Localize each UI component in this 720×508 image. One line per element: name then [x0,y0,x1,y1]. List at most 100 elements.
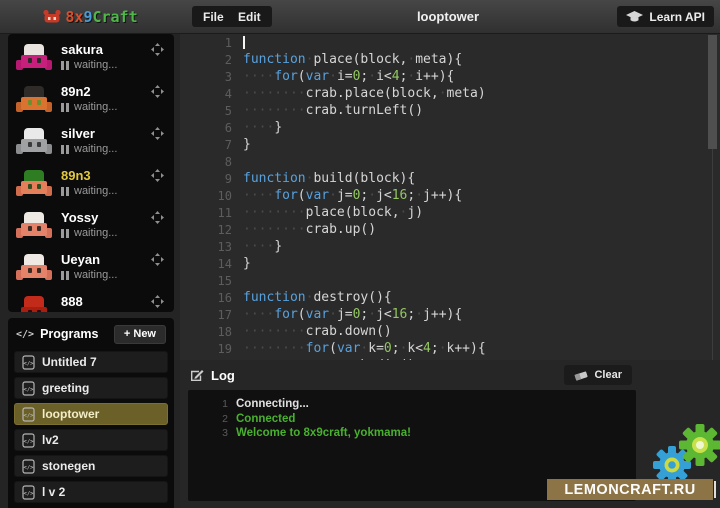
log-line-number: 3 [188,426,228,441]
menu-button-edit[interactable]: Edit [227,6,272,27]
code-line: 2function·place(block,·meta){ [180,51,720,68]
log-text: Connecting... [236,397,309,412]
code-line: 4········crab.place(block,·meta) [180,85,720,102]
player-avatar [16,169,52,197]
player-status: waiting... [61,143,117,155]
code-line: 1 [180,34,720,51]
player-row[interactable]: 89n2 waiting... [8,78,174,120]
player-avatar [16,85,52,113]
player-name: 89n2 [61,85,117,99]
player-row[interactable]: 89n3 waiting... [8,162,174,204]
clear-log-button[interactable]: Clear [564,365,632,385]
text-cursor [243,36,245,49]
new-program-button[interactable]: + New [114,325,166,344]
player-info: silver waiting... [61,127,117,155]
code-line: 17····for(var·j=0;·j<16;·j++){ [180,306,720,323]
program-item[interactable]: </>looptower [14,403,168,425]
pause-icon [61,229,69,238]
pause-icon [61,145,69,154]
move-icon[interactable] [151,127,164,140]
log-line-number: 1 [188,397,228,412]
player-name: 888 [61,295,117,309]
code-line: 16function·destroy(){ [180,289,720,306]
edit-log-icon [190,369,204,382]
player-info: 89n2 waiting... [61,85,117,113]
learn-api-button[interactable]: Learn API [617,6,714,27]
program-item[interactable]: </>lv2 [14,429,168,451]
file-icon: </> [22,355,35,370]
program-item[interactable]: </>stonegen [14,455,168,477]
move-icon[interactable] [151,253,164,266]
line-number: 2 [180,53,232,67]
move-icon[interactable] [151,169,164,182]
player-row[interactable]: Ueyan waiting... [8,246,174,288]
program-list: </> Untitled 7 </>greeting </>looptower <… [14,351,168,503]
programs-header: </> Programs + New [16,324,166,344]
code-line: 9function·build(block){ [180,170,720,187]
player-avatar [16,253,52,281]
learn-api-label: Learn API [649,10,705,24]
move-icon[interactable] [151,211,164,224]
line-number: 6 [180,121,232,135]
player-info: Yossy waiting... [61,211,117,239]
move-icon[interactable] [151,295,164,308]
graduation-cap-icon [626,11,643,23]
line-number: 5 [180,104,232,118]
player-status: waiting... [61,59,117,71]
player-status: waiting... [61,311,117,312]
player-row[interactable]: silver waiting... [8,120,174,162]
log-text: Connected [236,412,295,427]
player-row[interactable]: Yossy waiting... [8,204,174,246]
line-number: 10 [180,189,232,203]
program-label: Untitled 7 [42,355,97,369]
program-item[interactable]: </> Untitled 7 [14,351,168,373]
line-number: 14 [180,257,232,271]
log-line: 3 Welcome to 8x9craft, yokmama! [188,426,636,441]
crab-icon [42,9,62,24]
player-name: Yossy [61,211,117,225]
line-number: 15 [180,274,232,288]
code-line: 18········crab.down() [180,323,720,340]
player-name: Ueyan [61,253,117,267]
svg-text:</>: </> [24,386,35,392]
programs-title: Programs [40,327,98,341]
editor-scrollbar-thumb[interactable] [708,35,717,149]
editor-scrollbar-track [712,149,713,360]
player-name: sakura [61,43,117,57]
player-row[interactable]: sakura waiting... [8,36,174,78]
line-number: 7 [180,138,232,152]
svg-text:</>: </> [24,490,35,496]
player-status: waiting... [61,269,117,281]
code-line: 7} [180,136,720,153]
pause-icon [61,61,69,70]
code-line: 15 [180,272,720,289]
log-header: Log Clear [180,360,720,390]
app-logo: 8x9Craft [0,0,180,33]
code-editor[interactable]: 1 2function·place(block,·meta){ 3····for… [180,34,720,360]
line-number: 8 [180,155,232,169]
file-icon: </> [22,485,35,500]
player-row[interactable]: 888 waiting... [8,288,174,312]
player-info: 888 waiting... [61,295,117,312]
svg-text:</>: </> [24,412,35,418]
log-line-number: 2 [188,412,228,427]
file-icon: </> [22,381,35,396]
line-number: 3 [180,70,232,84]
program-item[interactable]: </>greeting [14,377,168,399]
code-line: 5········crab.turnLeft() [180,102,720,119]
code-line: 19········for(var·k=0;·k<4;·k++){ [180,340,720,357]
program-item[interactable]: </> l v 2 [14,481,168,503]
player-status: waiting... [61,185,117,197]
move-icon[interactable] [151,85,164,98]
code-line: 10····for(var·j=0;·j<16;·j++){ [180,187,720,204]
log-line: 1 Connecting... [188,397,636,412]
code-line: 8 [180,153,720,170]
player-list-panel: sakura waiting... 89n2 waiting... [8,34,174,312]
file-icon: </> [22,433,35,448]
line-number: 4 [180,87,232,101]
line-number: 19 [180,342,232,356]
pause-icon [61,103,69,112]
log-text: Welcome to 8x9craft, yokmama! [236,426,411,441]
move-icon[interactable] [151,43,164,56]
program-label: l v 2 [42,485,65,499]
